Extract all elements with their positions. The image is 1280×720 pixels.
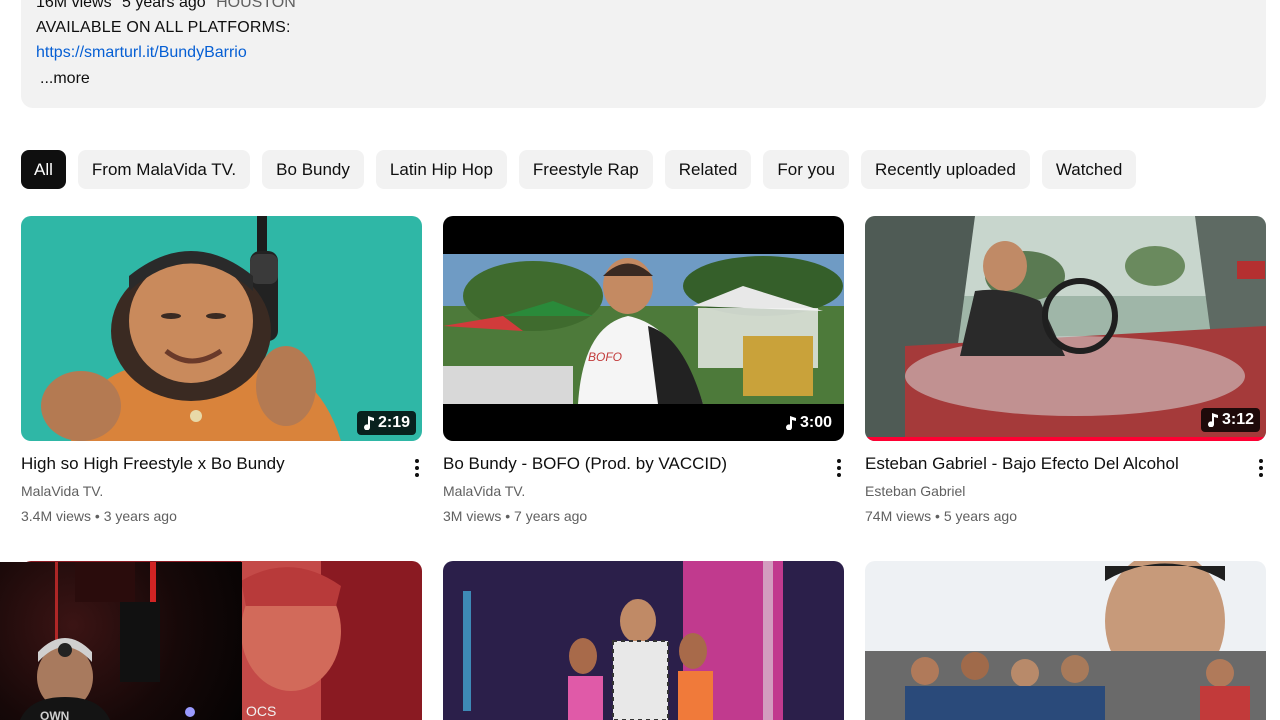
thumbnail-image [865, 561, 1266, 720]
thumbnail-image: BOFO [443, 216, 844, 441]
chip-for-you[interactable]: For you [763, 150, 849, 189]
description-location[interactable]: HOUSTON [216, 0, 296, 11]
music-note-icon [785, 416, 796, 430]
music-note-icon [1207, 413, 1218, 427]
chip-all[interactable]: All [21, 150, 66, 189]
webcam-overlay: OWN [0, 562, 242, 720]
music-note-icon [363, 416, 374, 430]
video-thumbnail[interactable]: 3:12 [865, 216, 1266, 441]
thumbnail-image [21, 216, 422, 441]
view-count: 3.4M views [21, 508, 92, 524]
description-line: AVAILABLE ON ALL PLATFORMS: [36, 19, 291, 36]
channel-name[interactable]: MalaVida TV. [21, 483, 103, 499]
video-card[interactable] [865, 561, 1266, 720]
video-card[interactable]: 2:19 High so High Freestyle x Bo Bundy M… [21, 216, 422, 524]
duration-text: 3:00 [799, 414, 832, 431]
channel-name[interactable]: Esteban Gabriel [865, 483, 965, 499]
upload-age: 3 years ago [103, 508, 177, 524]
duration-text: 3:12 [1221, 411, 1254, 428]
more-vert-icon[interactable] [407, 456, 427, 480]
video-meta: 74M views • 5 years ago [865, 508, 1017, 524]
video-duration: 3:12 [1200, 408, 1260, 432]
description-link[interactable]: https://smarturl.it/BundyBarrio [36, 44, 247, 62]
duration-text: 2:19 [377, 414, 410, 431]
svg-text:BOFO: BOFO [588, 350, 622, 364]
view-count: 74M views [865, 508, 932, 524]
webcam-image: OWN [20, 562, 195, 720]
chip-watched[interactable]: Watched [1041, 150, 1137, 189]
view-count: 3M views [443, 508, 502, 524]
video-thumbnail[interactable] [443, 561, 844, 720]
video-card[interactable]: BOFO 3:00 Bo Bundy - BOFO (Prod. by VACC… [443, 216, 844, 524]
video-meta: 3.4M views • 3 years ago [21, 508, 177, 524]
more-vert-icon[interactable] [829, 456, 849, 480]
video-thumbnail[interactable]: 2:19 [21, 216, 422, 441]
show-more-button[interactable]: ...more [40, 70, 90, 88]
video-title[interactable]: Esteban Gabriel - Bajo Efecto Del Alcoho… [865, 454, 1179, 474]
video-card[interactable] [443, 561, 844, 720]
video-title[interactable]: Bo Bundy - BOFO (Prod. by VACCID) [443, 454, 727, 474]
upload-age: 5 years ago [943, 508, 1017, 524]
svg-text:OWN: OWN [40, 709, 69, 720]
video-meta: 3M views • 7 years ago [443, 508, 588, 524]
chip-freestyle-rap[interactable]: Freestyle Rap [518, 150, 653, 189]
description-meta: 16M views 5 years ago HOUSTON [36, 0, 296, 12]
chip-from-channel[interactable]: From MalaVida TV. [77, 150, 251, 189]
chip-latin-hip-hop[interactable]: Latin Hip Hop [375, 150, 507, 189]
upload-age: 7 years ago [514, 508, 588, 524]
chip-related[interactable]: Related [664, 150, 752, 189]
video-title[interactable]: High so High Freestyle x Bo Bundy [21, 454, 285, 474]
description-age: 5 years ago [122, 0, 206, 11]
watch-progress-bar [865, 437, 1266, 441]
chip-bo-bundy[interactable]: Bo Bundy [262, 150, 364, 189]
filter-chips-bar: All From MalaVida TV. Bo Bundy Latin Hip… [21, 150, 1137, 190]
channel-name[interactable]: MalaVida TV. [443, 483, 525, 499]
video-duration: 2:19 [356, 411, 416, 435]
video-thumbnail[interactable]: BOFO 3:00 [443, 216, 844, 441]
svg-text:OCS: OCS [246, 703, 276, 719]
chip-recently-uploaded[interactable]: Recently uploaded [861, 150, 1030, 189]
video-duration: 3:00 [778, 411, 838, 435]
video-thumbnail[interactable] [865, 561, 1266, 720]
description-views: 16M views [36, 0, 112, 11]
thumbnail-image [443, 561, 844, 720]
video-card[interactable]: 3:12 Esteban Gabriel - Bajo Efecto Del A… [865, 216, 1266, 524]
more-vert-icon[interactable] [1251, 456, 1271, 480]
